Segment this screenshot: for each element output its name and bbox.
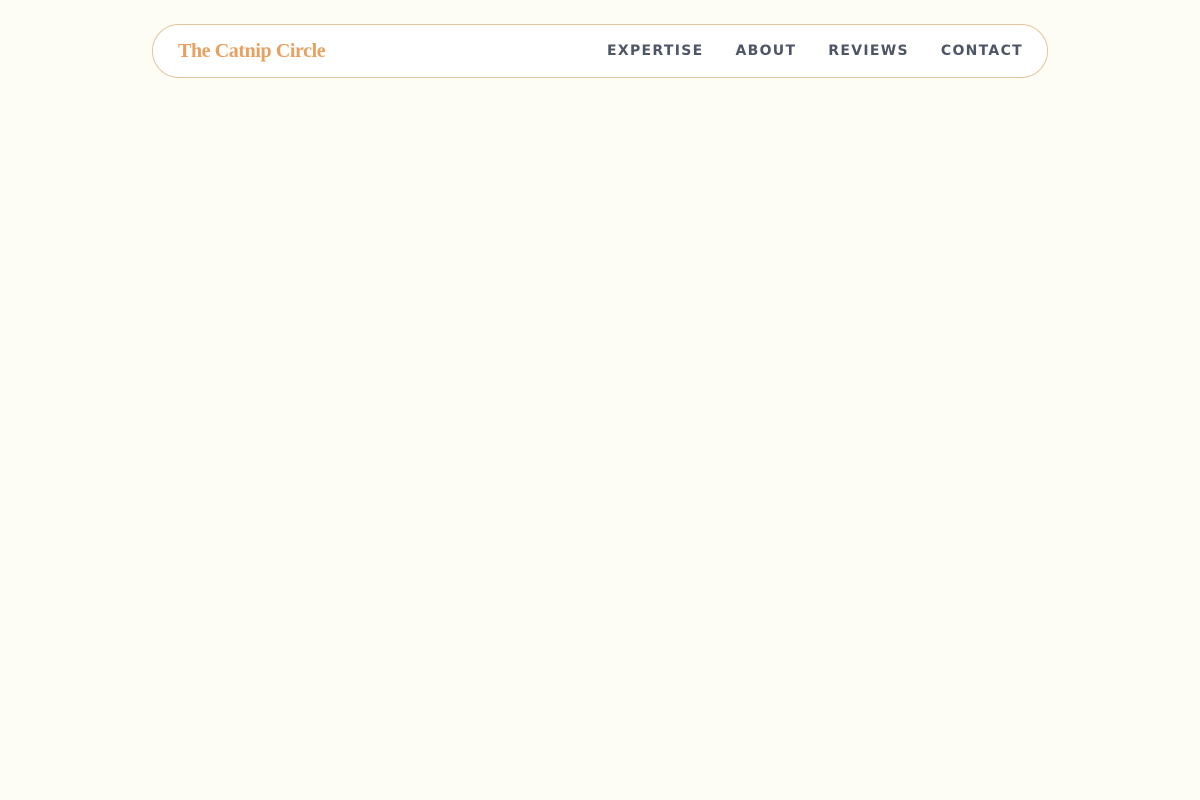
main-content-area xyxy=(0,90,1200,800)
nav-link-expertise[interactable]: EXPERTISE xyxy=(607,43,703,59)
top-navbar: The Catnip Circle EXPERTISE ABOUT REVIEW… xyxy=(152,24,1048,78)
nav-links: EXPERTISE ABOUT REVIEWS CONTACT xyxy=(607,43,1023,59)
nav-link-reviews[interactable]: REVIEWS xyxy=(828,43,909,59)
nav-link-contact[interactable]: CONTACT xyxy=(941,43,1023,59)
page: The Catnip Circle EXPERTISE ABOUT REVIEW… xyxy=(0,0,1200,800)
brand-logo-link[interactable]: The Catnip Circle xyxy=(178,40,326,63)
nav-link-about[interactable]: ABOUT xyxy=(735,43,796,59)
